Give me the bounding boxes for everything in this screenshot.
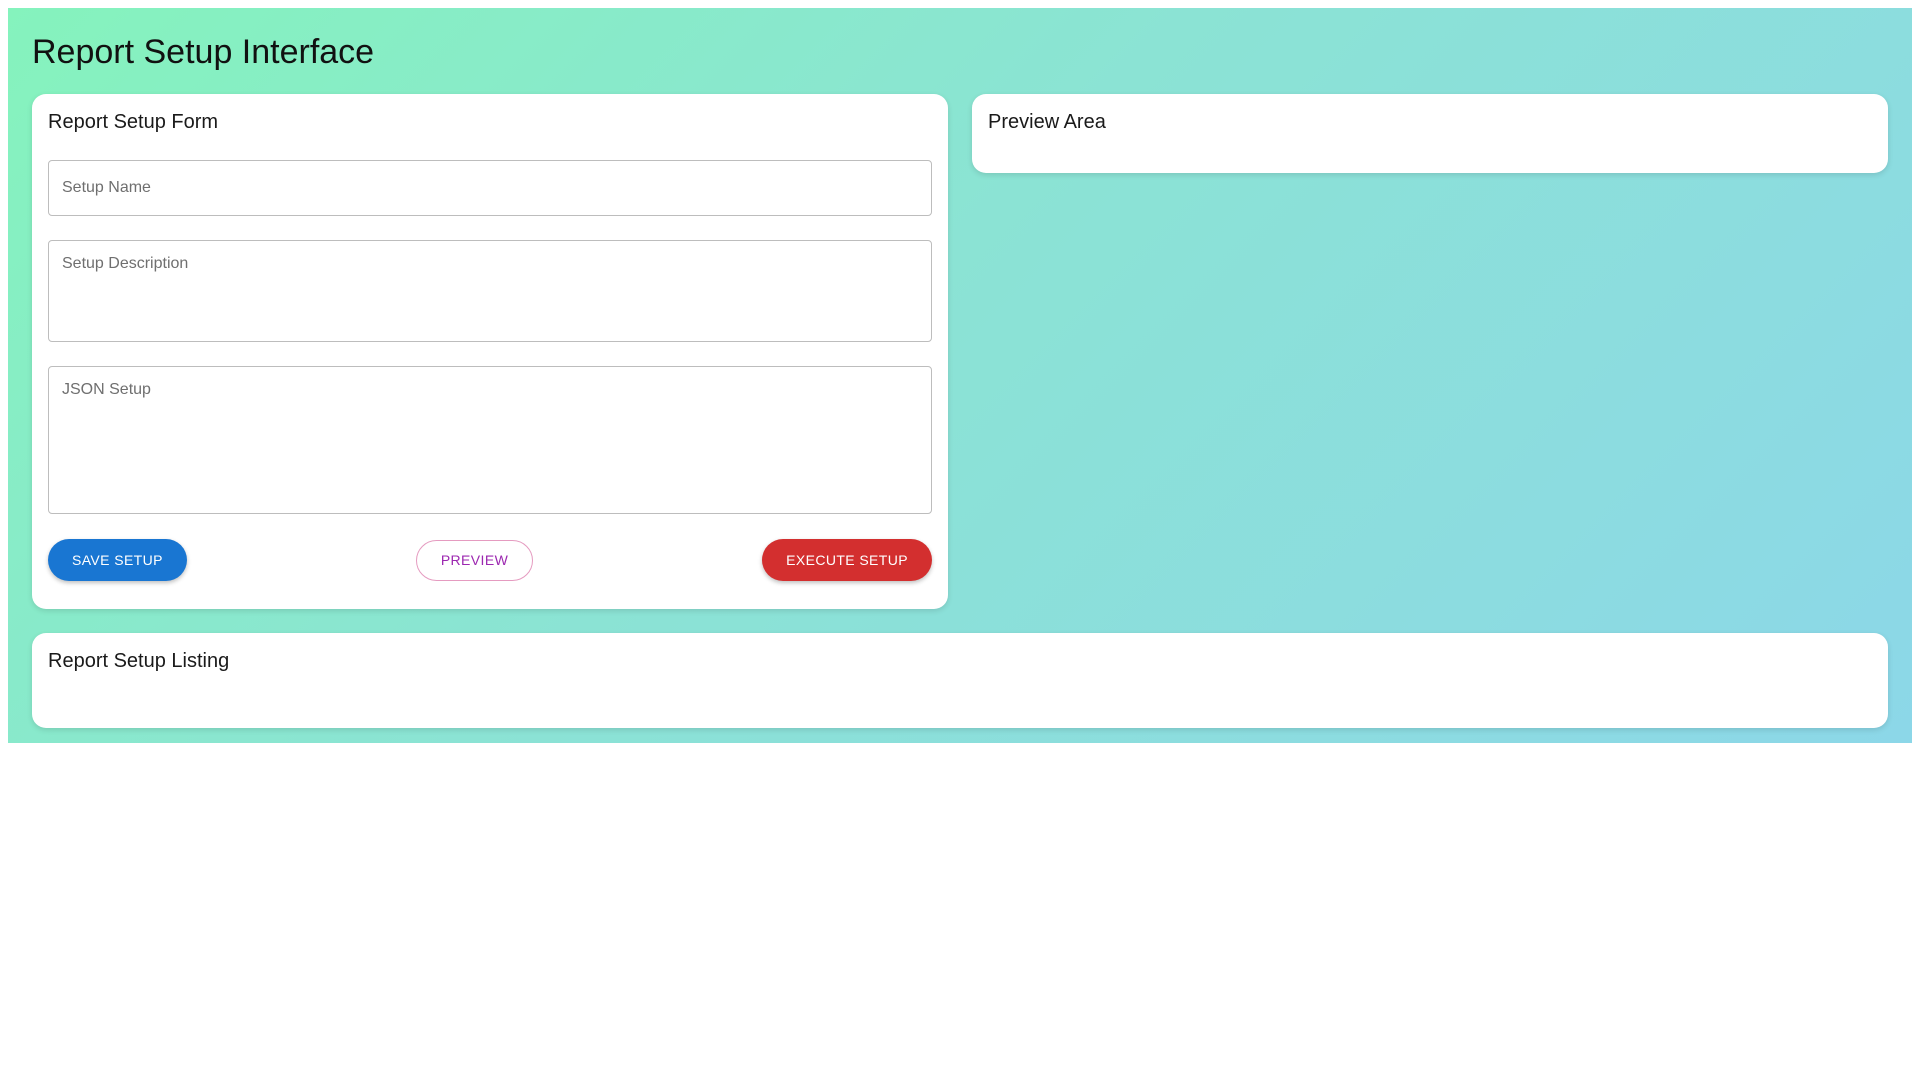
form-button-row: SAVE SETUP PREVIEW EXECUTE SETUP	[48, 539, 932, 581]
page-title: Report Setup Interface	[32, 33, 375, 71]
preview-button[interactable]: PREVIEW	[415, 539, 534, 581]
preview-area-card: Preview Area	[972, 94, 1888, 173]
listing-title: Report Setup Listing	[48, 650, 230, 672]
execute-setup-button[interactable]: EXECUTE SETUP	[762, 539, 932, 581]
form-title: Report Setup Form	[48, 111, 219, 133]
setup-name-input[interactable]	[48, 160, 932, 216]
json-setup-input[interactable]	[48, 366, 932, 514]
preview-area-title: Preview Area	[988, 111, 1106, 133]
setup-description-input[interactable]	[48, 240, 932, 342]
report-setup-form-card: Report Setup Form SAVE SETUP PREVIEW EXE…	[32, 94, 948, 609]
save-setup-button[interactable]: SAVE SETUP	[48, 539, 187, 581]
app-background: Report Setup Interface Report Setup Form…	[8, 8, 1912, 743]
top-row: Report Setup Form SAVE SETUP PREVIEW EXE…	[32, 94, 1888, 609]
report-setup-listing-card: Report Setup Listing	[32, 633, 1888, 728]
